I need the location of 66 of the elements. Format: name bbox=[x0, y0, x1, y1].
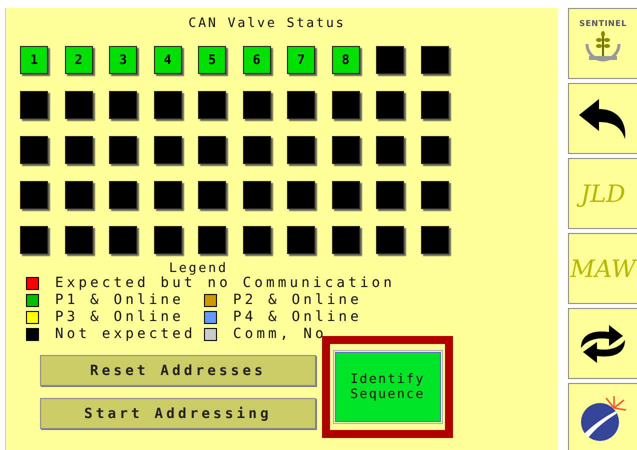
valve-indicator[interactable] bbox=[20, 91, 48, 119]
valve-indicator[interactable] bbox=[20, 226, 48, 254]
globe-logo-icon bbox=[578, 394, 628, 444]
legend-label: Comm, No bbox=[233, 327, 327, 341]
valve-indicator[interactable] bbox=[420, 226, 448, 254]
valve-indicator[interactable] bbox=[109, 136, 137, 164]
action-button[interactable]: Reset Addresses bbox=[40, 355, 316, 386]
valve-indicator[interactable] bbox=[420, 181, 448, 209]
valve-indicator[interactable] bbox=[242, 136, 270, 164]
valve-indicator[interactable] bbox=[198, 136, 226, 164]
valve-indicator[interactable] bbox=[420, 136, 448, 164]
valve-indicator[interactable] bbox=[287, 136, 315, 164]
screen-title: CAN Valve Status bbox=[187, 16, 347, 31]
valve-indicator[interactable] bbox=[376, 136, 404, 164]
valve-indicator[interactable] bbox=[420, 46, 448, 74]
valve-indicator[interactable] bbox=[242, 91, 270, 119]
refresh-button[interactable] bbox=[568, 308, 637, 379]
valve-indicator[interactable] bbox=[109, 181, 137, 209]
valve-indicator[interactable] bbox=[20, 136, 48, 164]
legend-label: Not expected bbox=[55, 327, 196, 341]
legend-label: P4 & Online bbox=[233, 310, 362, 324]
valve-indicator[interactable] bbox=[198, 226, 226, 254]
valve-indicator[interactable] bbox=[198, 181, 226, 209]
valve-indicator[interactable] bbox=[64, 91, 92, 119]
valve-indicator[interactable] bbox=[154, 226, 182, 254]
valve-indicator[interactable] bbox=[376, 181, 404, 209]
valve-indicator[interactable] bbox=[64, 181, 92, 209]
valve-indicator[interactable] bbox=[287, 181, 315, 209]
logo-text: SENTINEL bbox=[579, 19, 627, 28]
valve-indicator[interactable] bbox=[332, 181, 360, 209]
back-button[interactable] bbox=[568, 83, 637, 154]
valve-indicator[interactable] bbox=[332, 226, 360, 254]
legend-label: P1 & Online bbox=[55, 293, 184, 307]
legend-label: P2 & Online bbox=[233, 293, 362, 307]
valve-indicator[interactable] bbox=[376, 91, 404, 119]
valve-indicator[interactable] bbox=[198, 91, 226, 119]
legend-label: P3 & Online bbox=[55, 310, 184, 324]
valve-indicator[interactable] bbox=[376, 46, 404, 74]
valve-indicator[interactable] bbox=[109, 226, 137, 254]
action-button[interactable]: Start Addressing bbox=[40, 398, 316, 429]
valve-indicator[interactable] bbox=[154, 91, 182, 119]
valve-indicator[interactable] bbox=[332, 91, 360, 119]
valve-indicator[interactable] bbox=[332, 136, 360, 164]
valve-indicator[interactable]: 8 bbox=[332, 46, 360, 74]
valve-indicator[interactable]: 4 bbox=[154, 46, 182, 74]
valve-indicator[interactable] bbox=[64, 226, 92, 254]
valve-indicator[interactable]: 5 bbox=[198, 46, 226, 74]
valve-indicator[interactable] bbox=[64, 136, 92, 164]
valve-indicator[interactable] bbox=[420, 91, 448, 119]
legend-title: Legend bbox=[169, 262, 229, 276]
valve-indicator[interactable] bbox=[154, 181, 182, 209]
valve-indicator[interactable] bbox=[376, 226, 404, 254]
legend-label: Expected but no Communication bbox=[55, 276, 396, 290]
valve-indicator[interactable] bbox=[154, 136, 182, 164]
valve-indicator[interactable]: 3 bbox=[109, 46, 137, 74]
valve-indicator[interactable] bbox=[20, 181, 48, 209]
valve-indicator[interactable] bbox=[287, 91, 315, 119]
identify-sequence-button[interactable]: Identify Sequence bbox=[334, 352, 440, 422]
valve-indicator[interactable]: 6 bbox=[242, 46, 270, 74]
valve-indicator[interactable]: 7 bbox=[287, 46, 315, 74]
valve-indicator[interactable] bbox=[287, 226, 315, 254]
valve-indicator[interactable] bbox=[242, 181, 270, 209]
valve-indicator[interactable]: 2 bbox=[64, 46, 92, 74]
valve-indicator[interactable] bbox=[109, 91, 137, 119]
valve-indicator[interactable]: 1 bbox=[20, 46, 48, 74]
valve-indicator[interactable] bbox=[242, 226, 270, 254]
